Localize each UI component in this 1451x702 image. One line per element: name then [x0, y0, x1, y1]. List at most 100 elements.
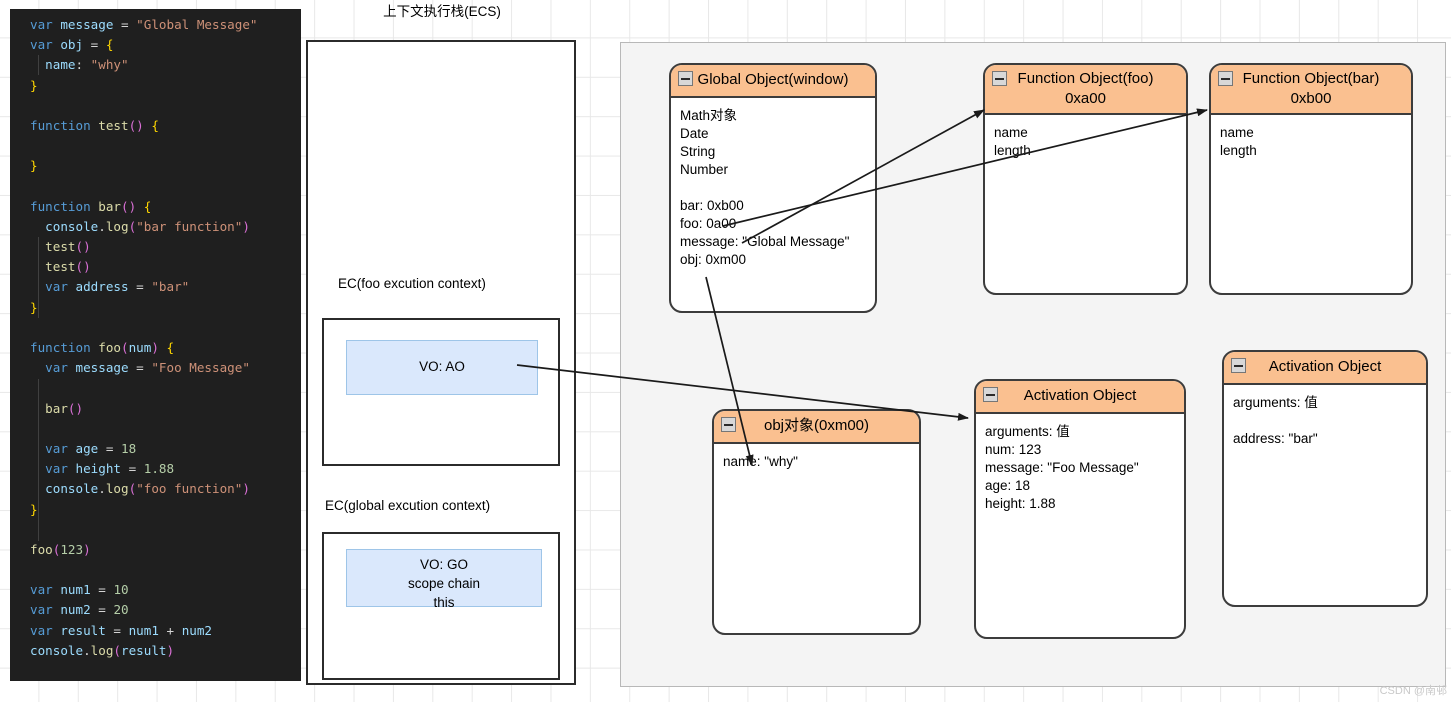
activation-bar-row: arguments: 值 — [1233, 395, 1318, 410]
code-token: console — [30, 481, 99, 497]
code-token: "bar function" — [136, 218, 243, 234]
code-token: + — [158, 622, 182, 638]
code-token: var — [30, 37, 61, 53]
function-foo-title-line2: 0xa00 — [1065, 90, 1106, 107]
code-line: test() — [30, 237, 301, 257]
function-object-bar-box: Function Object(bar) 0xb00 name length — [1209, 63, 1413, 295]
code-token: : — [75, 57, 91, 73]
code-listing: var message = "Global Message" var obj = … — [10, 9, 301, 661]
activation-bar-row: address: "bar" — [1233, 431, 1318, 446]
global-object-body: Math对象 Date String Number bar: 0xb00 foo… — [671, 98, 875, 269]
ec-foo-label: EC(foo excution context) — [338, 276, 486, 291]
code-token: { — [151, 117, 159, 133]
function-foo-title-line1: Function Object(foo) — [1017, 70, 1154, 87]
code-token: 123 — [60, 541, 84, 557]
function-object-foo-header: Function Object(foo) 0xa00 — [985, 65, 1186, 115]
code-token: var — [30, 440, 76, 456]
code-line: function foo(num) { — [30, 338, 301, 358]
code-token: "why" — [90, 57, 129, 73]
global-row: bar: 0xb00 — [680, 198, 744, 213]
code-token: var — [30, 279, 76, 295]
code-line: } — [30, 500, 301, 520]
code-line: var message = "Foo Message" — [30, 358, 301, 378]
activation-foo-row: height: 1.88 — [985, 496, 1056, 511]
activation-object-bar-body: arguments: 值 address: "bar" — [1224, 385, 1426, 448]
ec-foo-frame: VO: AO — [322, 318, 560, 466]
collapse-minus-icon[interactable] — [1218, 71, 1233, 86]
obj-object-box: obj对象(0xm00) name: "why" — [712, 409, 921, 635]
activation-foo-row: message: "Foo Message" — [985, 460, 1139, 475]
code-token: "Global Message" — [136, 17, 258, 32]
activation-foo-row: arguments: 值 — [985, 424, 1070, 439]
code-token: function — [30, 340, 99, 355]
activation-object-foo-body: arguments: 值 num: 123 message: "Foo Mess… — [976, 414, 1184, 513]
collapse-minus-icon[interactable] — [1231, 358, 1246, 373]
activation-bar-title: Activation Object — [1268, 358, 1382, 375]
code-line: foo(123) — [30, 540, 301, 560]
code-token: num1 — [128, 622, 159, 638]
ec-global-vo-box: VO: GO scope chain this — [346, 549, 542, 610]
global-object-title: Global Object(window) — [697, 71, 849, 88]
code-token: 10 — [113, 582, 129, 598]
code-token: () — [75, 239, 91, 255]
code-line: function bar() { — [30, 197, 301, 217]
obj-object-body: name: "why" — [714, 444, 919, 471]
code-token: = — [113, 17, 137, 32]
code-token: } — [30, 77, 38, 93]
global-object-header: Global Object(window) — [671, 65, 875, 98]
code-line: console.log("bar function") — [30, 217, 301, 237]
code-token: bar — [98, 198, 121, 214]
code-token: log — [105, 218, 129, 234]
code-line: var age = 18 — [30, 439, 301, 459]
global-row: Date — [680, 126, 709, 141]
code-token: message — [60, 17, 114, 32]
collapse-minus-icon[interactable] — [992, 71, 1007, 86]
global-row: foo: 0a00 — [680, 216, 737, 231]
collapse-minus-icon[interactable] — [983, 387, 998, 402]
code-token: . — [83, 642, 91, 658]
function-object-bar-body: name length — [1211, 115, 1411, 160]
code-token: } — [30, 158, 38, 174]
collapse-minus-icon[interactable] — [678, 71, 693, 86]
code-line: } — [30, 156, 301, 176]
code-token: = — [83, 37, 106, 53]
code-token: function — [30, 117, 99, 133]
code-token: var — [30, 602, 61, 618]
code-token: "Foo Message" — [151, 360, 250, 376]
code-token: log — [105, 481, 129, 497]
code-token: () — [121, 198, 137, 214]
code-token: function — [30, 198, 99, 214]
activation-object-foo-box: Activation Object arguments: 值 num: 123 … — [974, 379, 1186, 639]
obj-row: name: "why" — [723, 454, 798, 469]
ecs-stack-container: EC(foo excution context) VO: AO EC(globa… — [306, 40, 576, 685]
code-line: function test() { — [30, 116, 301, 136]
activation-foo-title: Activation Object — [1023, 387, 1137, 404]
code-token: test — [30, 239, 76, 255]
code-token: ) — [242, 481, 250, 497]
code-token: = — [90, 602, 114, 618]
code-token: console — [30, 218, 99, 234]
code-token: name — [30, 57, 76, 73]
code-token: test — [30, 259, 76, 275]
code-token: = — [128, 360, 152, 376]
code-token: bar — [30, 400, 68, 416]
code-token: 18 — [121, 440, 137, 456]
ec-global-frame: VO: GO scope chain this — [322, 532, 560, 680]
diagram-canvas: var message = "Global Message" var obj = … — [0, 0, 1451, 702]
code-token: ) — [242, 218, 250, 234]
code-token: message — [75, 360, 129, 376]
global-row: obj: 0xm00 — [680, 252, 747, 267]
indent-guide — [38, 237, 39, 318]
code-token: var — [30, 461, 76, 477]
indent-guide — [38, 55, 39, 75]
collapse-minus-icon[interactable] — [721, 417, 736, 432]
